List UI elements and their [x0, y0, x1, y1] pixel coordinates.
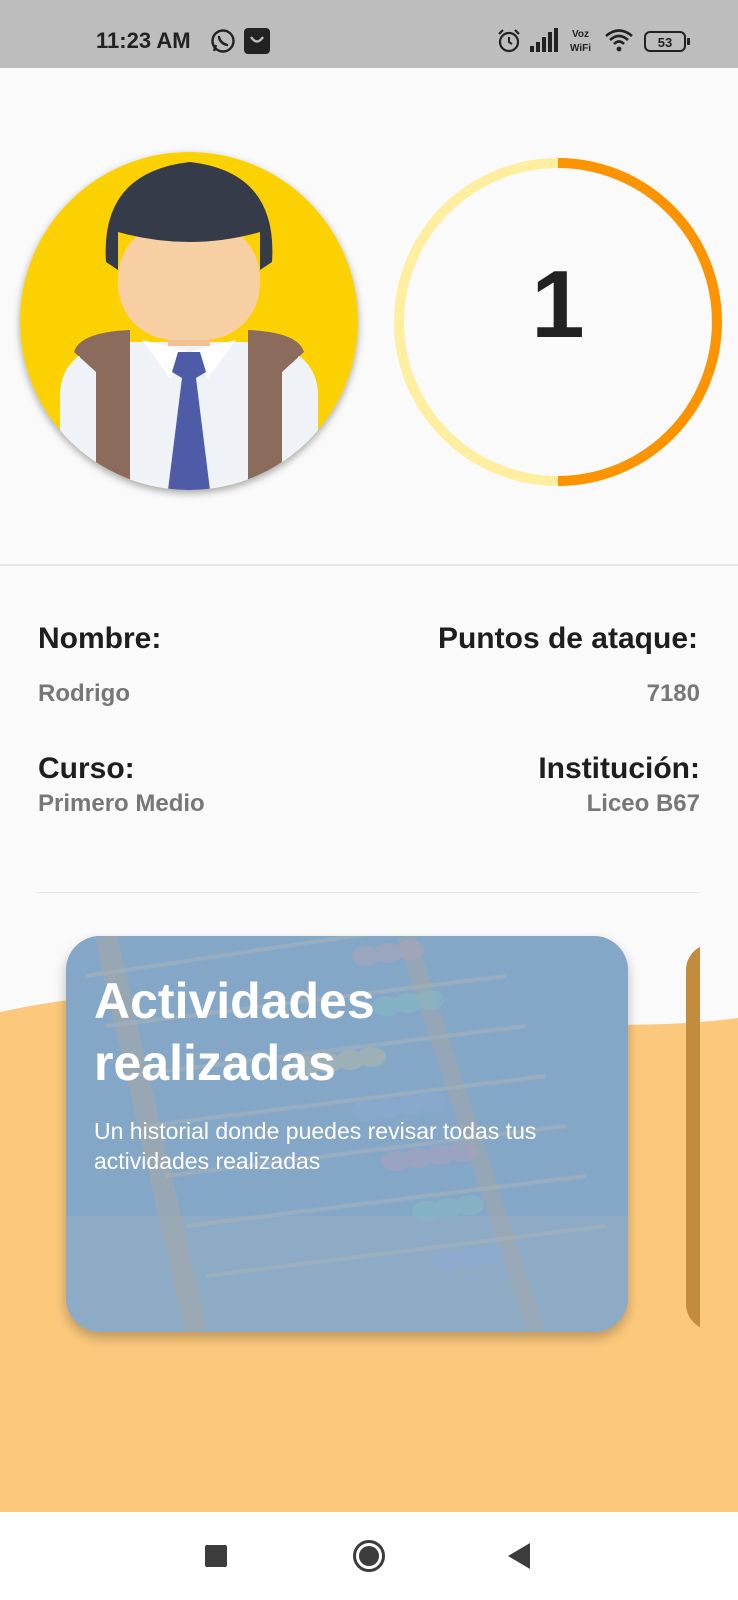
name-value: Rodrigo: [38, 680, 130, 707]
whatsapp-icon: [210, 28, 236, 59]
attack-points-label: Puntos de ataque:: [437, 622, 698, 655]
divider: [38, 892, 700, 893]
course-value: Primero Medio: [38, 790, 205, 817]
card-description: Un historial donde puedes revisar todas …: [94, 1118, 537, 1174]
svg-text:WiFi: WiFi: [570, 43, 591, 54]
voz-wifi-icon: Voz WiFi: [570, 26, 598, 59]
home-icon[interactable]: [345, 1532, 393, 1580]
level-number: 1: [531, 251, 585, 358]
back-icon[interactable]: [496, 1532, 544, 1580]
svg-text:53: 53: [658, 35, 672, 50]
attack-points-value: 7180: [646, 680, 700, 707]
svg-text:Voz: Voz: [572, 29, 589, 40]
institution-label: Institución:: [538, 752, 700, 785]
activities-card[interactable]: Actividades realizadas Un historial dond…: [66, 936, 628, 1332]
signal-icon: [530, 28, 558, 57]
avatar: [20, 152, 358, 490]
battery-icon: 53: [644, 30, 692, 59]
status-time: 11:23 AM: [96, 28, 191, 53]
alarm-icon: [496, 28, 522, 59]
divider: [0, 564, 738, 566]
name-label: Nombre:: [38, 622, 162, 655]
next-card-peek[interactable]: [686, 930, 700, 1350]
shopping-bag-icon: [244, 28, 270, 59]
wifi-icon: [604, 28, 634, 57]
recents-icon[interactable]: [192, 1532, 240, 1580]
institution-value: Liceo B67: [586, 790, 700, 817]
card-title: Actividades realizadas: [94, 973, 375, 1091]
course-label: Curso:: [38, 752, 135, 785]
status-bar: 11:23 AM Voz WiFi 53: [0, 0, 738, 68]
